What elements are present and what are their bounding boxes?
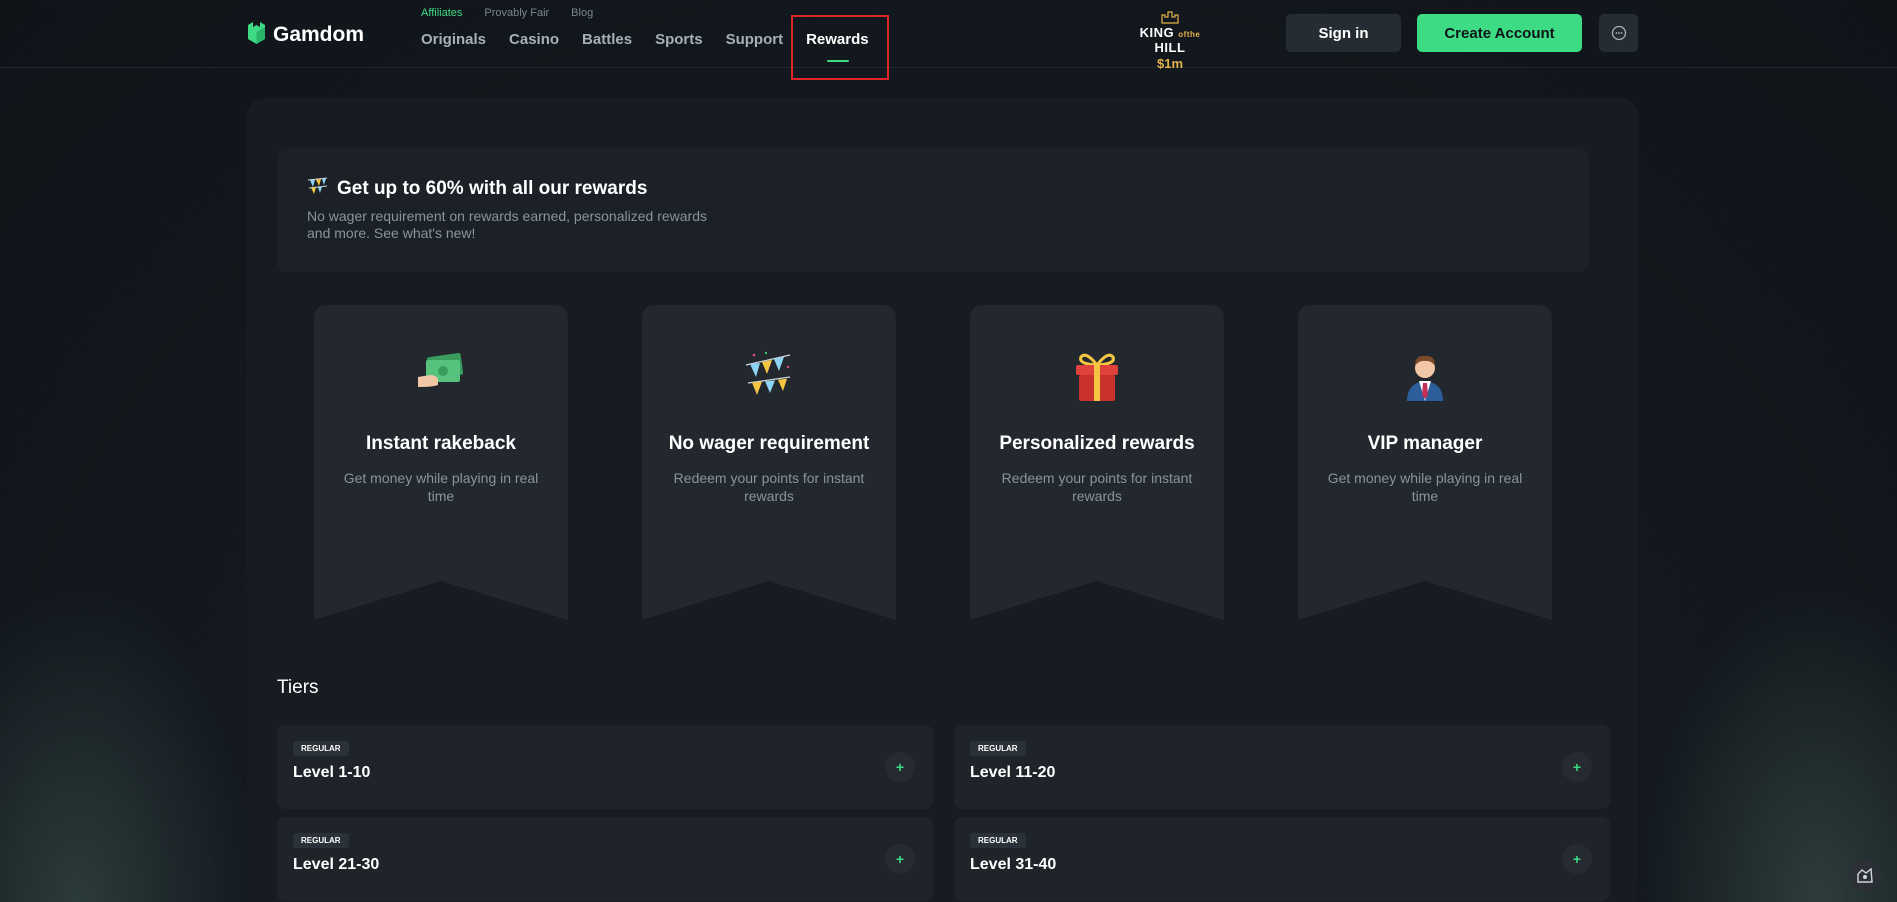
cash-hand-icon bbox=[314, 351, 568, 391]
nav-item-originals[interactable]: Originals bbox=[421, 31, 486, 48]
reward-card-instant-rakeback: Instant rakeback Get money while playing… bbox=[314, 305, 568, 620]
gift-icon bbox=[970, 351, 1224, 403]
tier-row[interactable]: REGULAR Level 1-10 + bbox=[277, 725, 933, 809]
tier-badge: REGULAR bbox=[293, 833, 349, 848]
koth-prize: $1m bbox=[1156, 56, 1184, 71]
chat-button[interactable] bbox=[1599, 14, 1638, 52]
tier-name: Level 31-40 bbox=[970, 856, 1057, 873]
nav-item-support[interactable]: Support bbox=[726, 31, 784, 48]
tiers-heading: Tiers bbox=[277, 677, 319, 698]
reward-card-no-wager: No wager requirement Redeem your points … bbox=[642, 305, 896, 620]
promo-heading: Get up to 60% with all our rewards bbox=[307, 176, 647, 202]
sign-in-button[interactable]: Sign in bbox=[1286, 14, 1401, 52]
card-description: Get money while playing in real time bbox=[343, 470, 539, 504]
tier-row[interactable]: REGULAR Level 11-20 + bbox=[954, 725, 1610, 809]
manager-icon bbox=[1298, 351, 1552, 401]
tier-row[interactable]: REGULAR Level 21-30 + bbox=[277, 817, 933, 901]
tier-name: Level 1-10 bbox=[293, 764, 371, 781]
nav-link-blog[interactable]: Blog bbox=[571, 7, 593, 19]
logo[interactable]: Gamdom bbox=[246, 19, 364, 50]
promo-title: Get up to 60% with all our rewards bbox=[337, 178, 648, 199]
support-widget-icon bbox=[1857, 867, 1873, 883]
support-widget-button[interactable] bbox=[1849, 859, 1881, 891]
chat-icon bbox=[1611, 25, 1626, 41]
reward-card-vip-manager: VIP manager Get money while playing in r… bbox=[1298, 305, 1552, 620]
nav-link-affiliates[interactable]: Affiliates bbox=[421, 7, 462, 19]
card-description: Get money while playing in real time bbox=[1327, 470, 1523, 504]
gamdom-logo-icon bbox=[246, 19, 267, 50]
highlight-box bbox=[791, 15, 889, 80]
nav-link-provably-fair[interactable]: Provably Fair bbox=[484, 7, 549, 19]
expand-plus-icon[interactable]: + bbox=[1562, 752, 1592, 782]
secondary-nav: Affiliates Provably Fair Blog bbox=[421, 7, 593, 19]
party-icon bbox=[307, 176, 329, 202]
nav-item-sports[interactable]: Sports bbox=[655, 31, 703, 48]
tier-badge: REGULAR bbox=[293, 741, 349, 756]
expand-plus-icon[interactable]: + bbox=[885, 752, 915, 782]
king-of-the-hill-banner[interactable]: KING ofthe HILL $1m bbox=[1126, 10, 1214, 71]
card-description: Redeem your points for instant rewards bbox=[1001, 470, 1193, 504]
koth-title: KING ofthe HILL bbox=[1139, 25, 1201, 55]
tier-badge: REGULAR bbox=[970, 833, 1026, 848]
nav-item-casino[interactable]: Casino bbox=[509, 31, 559, 48]
background-glow-right bbox=[1637, 582, 1897, 902]
expand-plus-icon[interactable]: + bbox=[885, 844, 915, 874]
promo-subtitle: No wager requirement on rewards earned, … bbox=[307, 208, 707, 241]
tier-row[interactable]: REGULAR Level 31-40 + bbox=[954, 817, 1610, 901]
brand-name: Gamdom bbox=[273, 22, 365, 46]
castle-icon bbox=[1161, 11, 1179, 24]
card-title: No wager requirement bbox=[668, 433, 870, 454]
expand-plus-icon[interactable]: + bbox=[1562, 844, 1592, 874]
background-glow-left bbox=[0, 582, 260, 902]
reward-card-personalized: Personalized rewards Redeem your points … bbox=[970, 305, 1224, 620]
card-description: Redeem your points for instant rewards bbox=[673, 470, 865, 504]
tier-badge: REGULAR bbox=[970, 741, 1026, 756]
tier-name: Level 11-20 bbox=[970, 764, 1056, 781]
nav-item-battles[interactable]: Battles bbox=[582, 31, 632, 48]
site-header: Gamdom Affiliates Provably Fair Blog Ori… bbox=[0, 0, 1897, 80]
bunting-icon bbox=[642, 351, 896, 399]
tier-name: Level 21-30 bbox=[293, 856, 380, 873]
create-account-button[interactable]: Create Account bbox=[1417, 14, 1582, 52]
card-title: Instant rakeback bbox=[366, 433, 516, 454]
card-title: VIP manager bbox=[1367, 433, 1483, 454]
card-title: Personalized rewards bbox=[999, 433, 1195, 454]
